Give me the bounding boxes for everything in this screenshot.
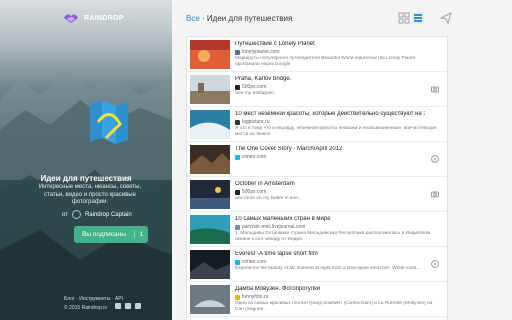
bookmarks-panel: Все · Идеи для путешествия Путешествие с… <box>172 0 512 320</box>
bookmark-thumbnail <box>190 180 230 209</box>
play-icon <box>431 260 439 268</box>
favicon-icon <box>235 119 240 125</box>
bookmark-domain-text: 500px.com <box>242 84 267 90</box>
favicon-icon <box>235 259 240 265</box>
bookmark-description <box>235 161 439 174</box>
bookmark-item[interactable]: Дамба Мовузен. Фотопрогулки funnyfoto.ru… <box>187 282 447 317</box>
bookmark-domain-text: lonelyplanet.com <box>242 49 280 55</box>
favicon-icon <box>235 49 240 55</box>
list-view-icon[interactable] <box>412 12 424 24</box>
bookmark-item[interactable]: The One Cover Story - March/April 2012 v… <box>187 142 447 177</box>
bookmark-title: Praha, Karlov bridge. <box>235 76 292 82</box>
collection-owner: от Raindrop Captain <box>62 210 132 219</box>
favicon-icon <box>235 84 240 90</box>
subscribe-button[interactable]: Вы подписаны 1 <box>74 226 148 243</box>
footer-links[interactable]: Блог · Инструменты · API <box>64 296 141 303</box>
vk-icon[interactable] <box>114 303 121 309</box>
brand-sub: IO <box>127 15 135 21</box>
bookmark-description: Experience the beauty of Mt. Everest at … <box>235 266 421 271</box>
bookmark-list: Путешествие с Lonely Planet lonelyplanet… <box>186 36 448 320</box>
favicon-icon <box>235 189 240 195</box>
play-icon <box>431 155 439 163</box>
bookmark-item[interactable]: October in Amsterdam 500px.com see more … <box>187 177 447 212</box>
owner-name-link[interactable]: Raindrop Captain <box>85 212 132 218</box>
bookmark-domain: bigpicture.ru <box>235 119 270 125</box>
brand-name: RAINDROP <box>84 14 124 22</box>
collection-title: Идеи для путешествия <box>40 174 132 183</box>
bookmark-domain: funnyfoto.ru <box>235 294 268 300</box>
bookmark-domain: parynok-mini.livejournal.com <box>235 224 305 230</box>
facebook-icon[interactable] <box>124 303 131 309</box>
owner-prefix: от <box>62 211 68 218</box>
bookmark-item[interactable]: Everest -A time lapse short film vimeo.c… <box>187 247 447 282</box>
favicon-icon <box>235 294 240 300</box>
owner-avatar-icon <box>71 210 81 219</box>
camera-icon <box>431 86 439 93</box>
bookmark-domain: vimeo.com <box>235 259 266 265</box>
breadcrumb-current: Идеи для путешествия <box>206 14 293 23</box>
footer-copyright: © 2015 Raindrop.io <box>64 305 108 311</box>
bookmark-domain: vimeo.com <box>235 154 266 160</box>
bookmark-title: 10 самых маленьких стран в мире <box>235 216 331 222</box>
bookmark-domain-text: parynok-mini.livejournal.com <box>242 224 306 230</box>
favicon-icon <box>235 154 240 160</box>
brand[interactable]: RAINDROP IO <box>62 12 134 24</box>
breadcrumb-root-link[interactable]: Все <box>186 14 200 23</box>
bookmark-thumbnail <box>190 110 230 139</box>
bookmark-title: Путешествие с Lonely Planet <box>235 41 315 47</box>
bookmark-domain: 500px.com <box>235 84 266 90</box>
bookmark-domain-text: bigpicture.ru <box>242 119 270 125</box>
bookmark-domain-text: 500px.com <box>242 189 267 195</box>
twitter-icon[interactable] <box>134 303 141 309</box>
subscribe-label: Вы подписаны <box>82 231 126 238</box>
toolbar: Все · Идеи для путешествия <box>172 0 512 34</box>
bookmark-domain-text: vimeo.com <box>242 154 267 160</box>
bookmark-item[interactable]: 10 мест неземной красоты, которые действ… <box>187 107 447 142</box>
bookmark-title: Дамба Мовузен. Фотопрогулки <box>235 286 321 292</box>
bookmark-thumbnail <box>190 250 230 279</box>
footer: Блог · Инструменты · API © 2015 Raindrop… <box>64 296 141 312</box>
bookmark-item[interactable]: Praha, Karlov bridge. 500px.com See my I… <box>187 72 447 107</box>
bookmark-item[interactable]: 10 самых маленьких стран в мире parynok-… <box>187 212 447 247</box>
map-icon <box>90 100 128 144</box>
bookmark-description: Маршруты популярного путеводителя Beauti… <box>235 56 416 67</box>
bookmark-thumbnail <box>190 40 230 69</box>
bookmark-thumbnail <box>190 75 230 104</box>
bookmark-description: Одна из самых красивых плотин Гранд Комб… <box>235 301 433 312</box>
bookmark-domain-text: funnyfoto.ru <box>242 294 269 300</box>
grid-view-icon[interactable] <box>398 12 410 24</box>
bookmark-description: see more on my twitter in see... <box>235 196 302 201</box>
bookmark-title: The One Cover Story - March/April 2012 <box>235 146 343 152</box>
bookmark-thumbnail <box>190 215 230 244</box>
bookmark-title: 10 мест неземной красоты, которые действ… <box>235 111 425 117</box>
bookmark-domain: 500px.com <box>235 189 266 195</box>
collection-cover-panel: RAINDROP IO Идеи для путешествия Интерес… <box>0 0 172 320</box>
bookmark-thumbnail <box>190 145 230 174</box>
collection-description: Интересные места, нюансы, советы, статьи… <box>38 184 142 205</box>
bookmark-item[interactable]: Путешествие с Lonely Planet lonelyplanet… <box>187 37 447 72</box>
bookmark-description: Я это к тому что и вправду, неземной кра… <box>235 126 437 137</box>
bookmark-description: 1. Мальдивы Островная страна Мальдивская… <box>235 231 431 242</box>
subscriber-count: 1 <box>134 231 148 238</box>
breadcrumb: Все · Идеи для путешествия <box>186 14 292 23</box>
bookmark-description: See my Instagram <box>235 91 274 96</box>
bookmark-domain-text: vimeo.com <box>242 259 267 265</box>
bookmark-title: Everest -A time lapse short film <box>235 251 318 257</box>
bookmark-title: October in Amsterdam <box>235 181 295 187</box>
bookmark-thumbnail <box>190 285 230 314</box>
bookmark-domain: lonelyplanet.com <box>235 49 280 55</box>
camera-icon <box>431 191 439 198</box>
share-icon[interactable] <box>440 12 452 24</box>
raindrop-logo-icon <box>64 14 78 23</box>
favicon-icon <box>235 224 240 230</box>
breadcrumb-separator: · <box>199 14 207 23</box>
